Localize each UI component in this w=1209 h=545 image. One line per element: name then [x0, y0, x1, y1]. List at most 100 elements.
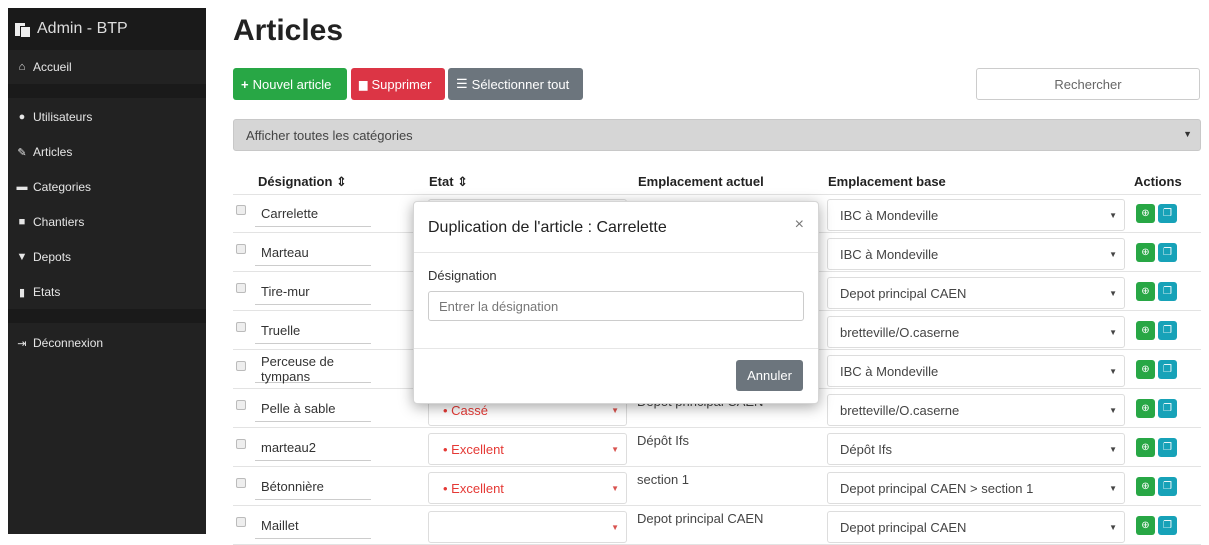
duplicate-button[interactable]: ❐	[1158, 438, 1177, 457]
sidebar-item-utilisateurs[interactable]: ● Utilisateurs	[8, 100, 206, 134]
designation-input[interactable]	[428, 291, 804, 321]
emplacement-base-select[interactable]: IBC à Mondeville ▼	[827, 199, 1125, 231]
row-checkbox[interactable]	[236, 244, 246, 254]
row-checkbox[interactable]	[236, 517, 246, 527]
view-button[interactable]: ⊕	[1136, 321, 1155, 340]
row-divider	[233, 505, 1201, 506]
designation-field[interactable]: Tire-mur	[255, 278, 371, 305]
caret-down-icon: ▼	[611, 484, 619, 493]
emplacement-actuel: section 1	[637, 472, 690, 487]
row-checkbox[interactable]	[236, 439, 246, 449]
sidebar-item-deconnexion[interactable]: ⇥ Déconnexion	[8, 326, 206, 360]
row-checkbox[interactable]	[236, 361, 246, 371]
duplicate-button[interactable]: ❐	[1158, 477, 1177, 496]
emplacement-base-select[interactable]: IBC à Mondeville ▼	[827, 238, 1125, 270]
sidebar-item-accueil[interactable]: ⌂ Accueil	[8, 50, 206, 84]
duplicate-button[interactable]: ❐	[1158, 321, 1177, 340]
duplicate-button[interactable]: ❐	[1158, 399, 1177, 418]
emplacement-base-select[interactable]: bretteville/O.caserne ▼	[827, 394, 1125, 426]
duplicate-button[interactable]: ❐	[1158, 516, 1177, 535]
select-all-button[interactable]: ☰ Sélectionner tout	[448, 68, 583, 100]
row-checkbox[interactable]	[236, 400, 246, 410]
emplacement-base-select[interactable]: IBC à Mondeville ▼	[827, 355, 1125, 387]
view-button[interactable]: ⊕	[1136, 282, 1155, 301]
emplacement-base-value: Depot principal CAEN	[840, 285, 967, 301]
sidebar-item-chantiers[interactable]: ■ Chantiers	[8, 205, 206, 239]
caret-down-icon: ▼	[611, 523, 619, 532]
view-button[interactable]: ⊕	[1136, 204, 1155, 223]
emplacement-base-select[interactable]: Depot principal CAEN ▼	[827, 277, 1125, 309]
search-plus-icon: ⊕	[1141, 403, 1150, 414]
designation-field[interactable]: marteau2	[255, 434, 371, 461]
emplacement-base-select[interactable]: Dépôt Ifs ▼	[827, 433, 1125, 465]
select-all-label: Sélectionner tout	[471, 76, 570, 92]
emplacement-base-select[interactable]: Depot principal CAEN ▼	[827, 511, 1125, 543]
new-article-button[interactable]: + Nouvel article	[233, 68, 347, 100]
caret-down-icon: ▼	[1109, 328, 1117, 337]
modal-title: Duplication de l'article : Carrelette	[428, 219, 667, 236]
designation-field[interactable]: Perceuse de tympans	[255, 354, 371, 384]
copy-icon: ❐	[1163, 208, 1172, 219]
sidebar-item-categories[interactable]: ▬ Categories	[8, 170, 206, 204]
emplacement-base-value: IBC à Mondeville	[840, 246, 939, 262]
emplacement-base-value: Depot principal CAEN > section 1	[840, 480, 1034, 496]
search-plus-icon: ⊕	[1141, 208, 1150, 219]
column-header-etat[interactable]: Etat ⇕	[429, 174, 468, 190]
search-input[interactable]	[976, 68, 1200, 100]
brand[interactable]: Admin - BTP	[8, 8, 206, 50]
row-checkbox[interactable]	[236, 283, 246, 293]
file-icon: ▮	[18, 286, 26, 299]
etat-value: • Excellent	[443, 441, 504, 457]
caret-down-icon: ▼	[1183, 129, 1192, 139]
designation-field[interactable]: Maillet	[255, 512, 371, 539]
etat-select[interactable]: • Excellent ▼	[428, 433, 627, 465]
etat-select[interactable]: • Excellent ▼	[428, 472, 627, 504]
caret-down-icon: ▼	[1109, 523, 1117, 532]
view-button[interactable]: ⊕	[1136, 438, 1155, 457]
emplacement-base-select[interactable]: bretteville/O.caserne ▼	[827, 316, 1125, 348]
cancel-button[interactable]: Annuler	[736, 360, 803, 391]
designation-field[interactable]: Truelle	[255, 317, 371, 344]
view-button[interactable]: ⊕	[1136, 516, 1155, 535]
sidebar-item-etats[interactable]: ▮ Etats	[8, 275, 206, 309]
copy-icon: ❐	[1163, 286, 1172, 297]
emplacement-base-select[interactable]: Depot principal CAEN > section 1 ▼	[827, 472, 1125, 504]
delete-button[interactable]: ▆ Supprimer	[351, 68, 445, 100]
designation-field[interactable]: Marteau	[255, 239, 371, 266]
designation-field[interactable]: Pelle à sable	[255, 395, 371, 422]
category-filter-select[interactable]: Afficher toutes les catégories ▼	[233, 119, 1201, 151]
sidebar-item-label: Chantiers	[33, 215, 85, 229]
search-plus-icon: ⊕	[1141, 520, 1150, 531]
sidebar-item-depots[interactable]: ▼ Depots	[8, 240, 206, 274]
emplacement-base-value: Dépôt Ifs	[840, 441, 893, 457]
sidebar-item-articles[interactable]: ✎ Articles	[8, 135, 206, 169]
designation-field[interactable]: Bétonnière	[255, 473, 371, 500]
view-button[interactable]: ⊕	[1136, 360, 1155, 379]
duplicate-button[interactable]: ❐	[1158, 204, 1177, 223]
caret-down-icon: ▼	[1109, 445, 1117, 454]
duplicate-button[interactable]: ❐	[1158, 360, 1177, 379]
emplacement-base-value: IBC à Mondeville	[840, 207, 939, 223]
truck-icon: ■	[18, 216, 26, 228]
row-checkbox[interactable]	[236, 205, 246, 215]
duplicate-button[interactable]: ❐	[1158, 243, 1177, 262]
view-button[interactable]: ⊕	[1136, 477, 1155, 496]
designation-field[interactable]: Carrelette	[255, 200, 371, 227]
view-button[interactable]: ⊕	[1136, 399, 1155, 418]
search-plus-icon: ⊕	[1141, 481, 1150, 492]
close-icon[interactable]: ×	[795, 216, 804, 234]
column-header-designation[interactable]: Désignation ⇕	[258, 174, 347, 190]
view-button[interactable]: ⊕	[1136, 243, 1155, 262]
sidebar: Admin - BTP ⌂ Accueil ● Utilisateurs ✎ A…	[8, 8, 206, 534]
sidebar-item-label: Accueil	[33, 60, 72, 74]
folder-icon: ▬	[16, 181, 28, 193]
row-checkbox[interactable]	[236, 322, 246, 332]
copy-icon: ❐	[1163, 325, 1172, 336]
caret-down-icon: ▼	[1109, 250, 1117, 259]
trash-icon: ▆	[359, 78, 368, 91]
etat-select[interactable]: ▼	[428, 511, 627, 543]
home-icon: ⌂	[18, 61, 26, 73]
row-checkbox[interactable]	[236, 478, 246, 488]
duplicate-button[interactable]: ❐	[1158, 282, 1177, 301]
column-header-emplacement-actuel: Emplacement actuel	[638, 174, 764, 189]
